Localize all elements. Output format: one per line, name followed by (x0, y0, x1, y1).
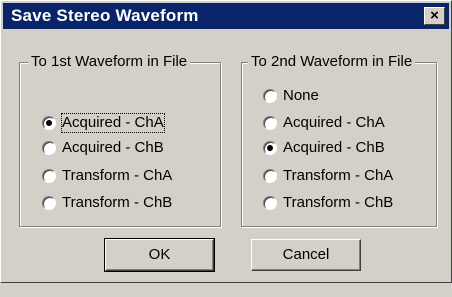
radio-selected-dot (267, 145, 273, 151)
close-icon: × (430, 7, 439, 24)
radio-button[interactable] (42, 169, 56, 183)
radio-label: Transform - ChB (62, 194, 173, 211)
radio-label: Transform - ChA (283, 167, 394, 184)
dialog-title: Save Stereo Waveform (11, 6, 199, 25)
cancel-button[interactable]: Cancel (251, 239, 361, 271)
group-2nd-waveform: To 2nd Waveform in File None Acquired - … (241, 53, 437, 227)
radio-label: Acquired - ChA (283, 114, 385, 131)
radio-button[interactable] (42, 196, 56, 210)
group-1st-waveform: To 1st Waveform in File Acquired - ChA A… (19, 53, 221, 227)
close-button[interactable]: × (424, 7, 445, 25)
group-1st-waveform-title: To 1st Waveform in File (28, 53, 191, 71)
radio-label: Acquired - ChB (283, 139, 385, 156)
title-bar[interactable]: Save Stereo Waveform × (3, 3, 449, 29)
group-2nd-waveform-title: To 2nd Waveform in File (248, 53, 416, 71)
radio-button[interactable] (263, 116, 277, 130)
radio-label: Acquired - ChA (61, 113, 165, 133)
radio-button[interactable] (42, 141, 56, 155)
radio-selected-dot (46, 120, 52, 126)
radio-button[interactable] (263, 89, 277, 103)
radio-button[interactable] (263, 196, 277, 210)
radio-button[interactable] (263, 141, 277, 155)
radio-label: Transform - ChA (62, 167, 173, 184)
radio-button[interactable] (263, 169, 277, 183)
radio-button[interactable] (42, 116, 56, 130)
radio-label: Transform - ChB (283, 194, 394, 211)
radio-label: Acquired - ChB (62, 139, 164, 156)
radio-label: None (283, 87, 319, 104)
ok-button[interactable]: OK (104, 238, 215, 272)
save-stereo-waveform-dialog: Save Stereo Waveform × To 1st Waveform i… (0, 0, 452, 283)
